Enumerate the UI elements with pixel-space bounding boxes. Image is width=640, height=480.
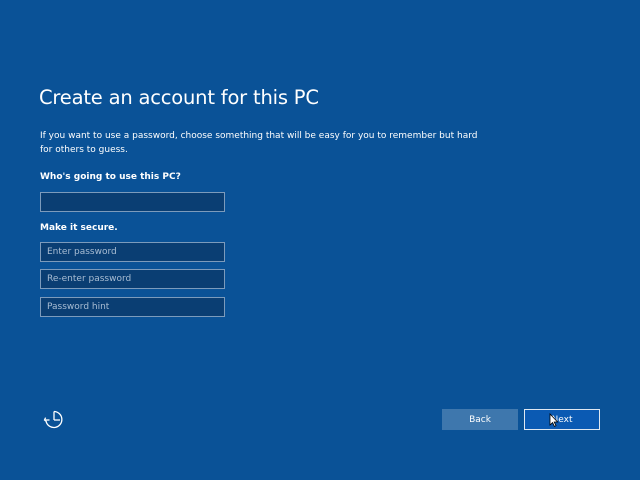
password-hint-input[interactable] [40, 297, 225, 317]
back-button[interactable]: Back [442, 409, 518, 430]
user-name-label: Who's going to use this PC? [40, 172, 181, 182]
page-description: If you want to use a password, choose so… [40, 131, 478, 155]
user-name-input[interactable] [40, 192, 225, 212]
make-secure-label: Make it secure. [40, 223, 118, 233]
oobe-screen: Create an account for this PC If you wan… [0, 0, 640, 480]
mouse-pointer-icon [549, 412, 559, 427]
ease-of-access-icon[interactable] [42, 408, 66, 432]
reenter-password-input[interactable] [40, 269, 225, 289]
page-title: Create an account for this PC [39, 86, 319, 109]
next-button[interactable]: Next [524, 409, 600, 430]
password-input[interactable] [40, 242, 225, 262]
